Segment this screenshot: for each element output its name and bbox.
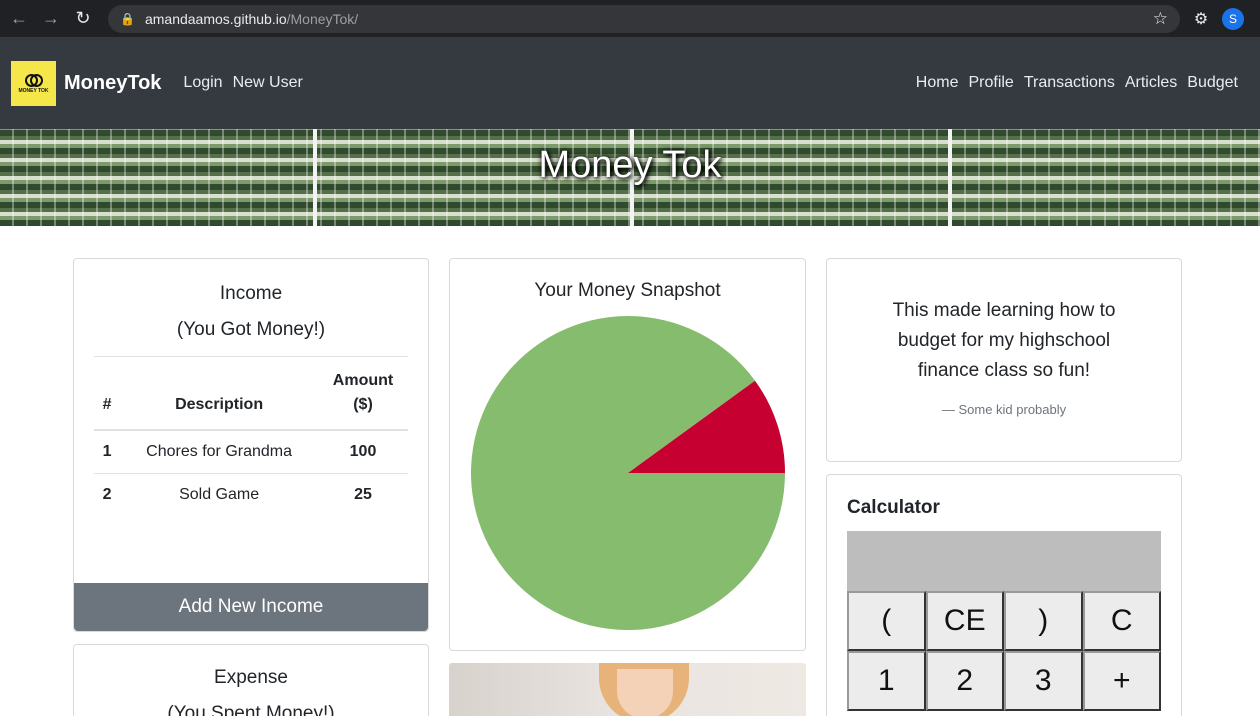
- nav-home[interactable]: Home: [916, 74, 959, 92]
- expense-title: Expense: [214, 667, 288, 688]
- calculator-display: [847, 531, 1161, 591]
- expense-card: Expense (You Spent Money!): [73, 644, 429, 716]
- banner-title: Money Tok: [538, 144, 722, 186]
- moneytok-logo[interactable]: MONEY TOK: [11, 60, 56, 106]
- nav-transactions[interactable]: Transactions: [1024, 74, 1115, 92]
- row-description: Chores for Grandma: [120, 429, 318, 474]
- testimonial-footer: — Some kid probably: [941, 402, 1067, 417]
- extensions-icon[interactable]: ⚙: [1190, 9, 1212, 29]
- testimonial-text: This made learning how to budget for my …: [892, 300, 1116, 381]
- snapshot-title: Your Money Snapshot: [534, 280, 721, 301]
- income-card: Income (You Got Money!) # Description Am…: [73, 258, 429, 632]
- row-number: 2: [94, 473, 121, 516]
- money-snapshot-card: Your Money Snapshot: [449, 258, 806, 651]
- expense-subtitle: (You Spent Money!): [167, 703, 335, 716]
- nav-articles[interactable]: Articles: [1125, 74, 1177, 92]
- profile-avatar[interactable]: S: [1222, 7, 1244, 30]
- column-header-number: #: [94, 356, 121, 431]
- add-new-income-button[interactable]: Add New Income: [74, 583, 428, 631]
- lock-icon: 🔒: [120, 11, 135, 26]
- calculator-keypad: ( CE ) C 1 2 3 +: [847, 591, 1161, 711]
- calc-key-2[interactable]: 2: [925, 651, 1004, 711]
- income-title: Income: [219, 283, 283, 304]
- calc-key-clear[interactable]: C: [1082, 591, 1161, 651]
- reload-icon[interactable]: ↻: [72, 8, 94, 30]
- income-table: # Description Amount ($) 1 Chores for Gr…: [94, 356, 408, 516]
- row-description: Sold Game: [120, 473, 318, 516]
- bookmark-star-icon[interactable]: ☆: [1153, 9, 1168, 29]
- address-bar[interactable]: 🔒 amandaamos.github.io/MoneyTok/ ☆: [108, 4, 1180, 33]
- calc-key-3[interactable]: 3: [1004, 651, 1083, 711]
- brand-name[interactable]: MoneyTok: [64, 72, 161, 95]
- url-text: amandaamos.github.io/MoneyTok/: [144, 10, 359, 27]
- row-amount: 100: [318, 429, 408, 474]
- column-header-description: Description: [120, 356, 318, 431]
- money-pie-chart: [471, 315, 785, 630]
- calc-key-clear-entry[interactable]: CE: [925, 591, 1004, 651]
- infinity-icon: [24, 72, 43, 87]
- browser-toolbar: ← → ↻ 🔒 amandaamos.github.io/MoneyTok/ ☆…: [0, 0, 1260, 37]
- row-number: 1: [94, 429, 121, 474]
- nav-profile[interactable]: Profile: [968, 74, 1013, 92]
- row-amount: 25: [318, 473, 408, 516]
- income-subtitle: (You Got Money!): [176, 319, 326, 340]
- calc-key-plus[interactable]: +: [1082, 651, 1161, 711]
- nav-new-user[interactable]: New User: [233, 74, 303, 92]
- calc-key-1[interactable]: 1: [847, 651, 926, 711]
- student-photo: [449, 663, 806, 716]
- app-navbar: MONEY TOK MoneyTok Login New User Home P…: [0, 37, 1260, 129]
- forward-icon[interactable]: →: [40, 8, 62, 30]
- back-icon[interactable]: ←: [8, 8, 30, 30]
- calc-key-open-paren[interactable]: (: [847, 591, 926, 651]
- money-banner: Money Tok: [0, 129, 1260, 226]
- calc-key-close-paren[interactable]: ): [1004, 591, 1083, 651]
- calculator-title: Calculator: [847, 497, 940, 518]
- table-row: 1 Chores for Grandma 100: [94, 429, 408, 474]
- main-content: Income (You Got Money!) # Description Am…: [0, 226, 1260, 716]
- nav-budget[interactable]: Budget: [1187, 74, 1238, 92]
- calculator-card: Calculator ( CE ) C 1 2 3 +: [826, 474, 1182, 716]
- table-row: 2 Sold Game 25: [94, 473, 408, 516]
- nav-login[interactable]: Login: [183, 74, 222, 92]
- column-header-amount: Amount ($): [318, 356, 408, 431]
- testimonial-card: This made learning how to budget for my …: [826, 258, 1182, 462]
